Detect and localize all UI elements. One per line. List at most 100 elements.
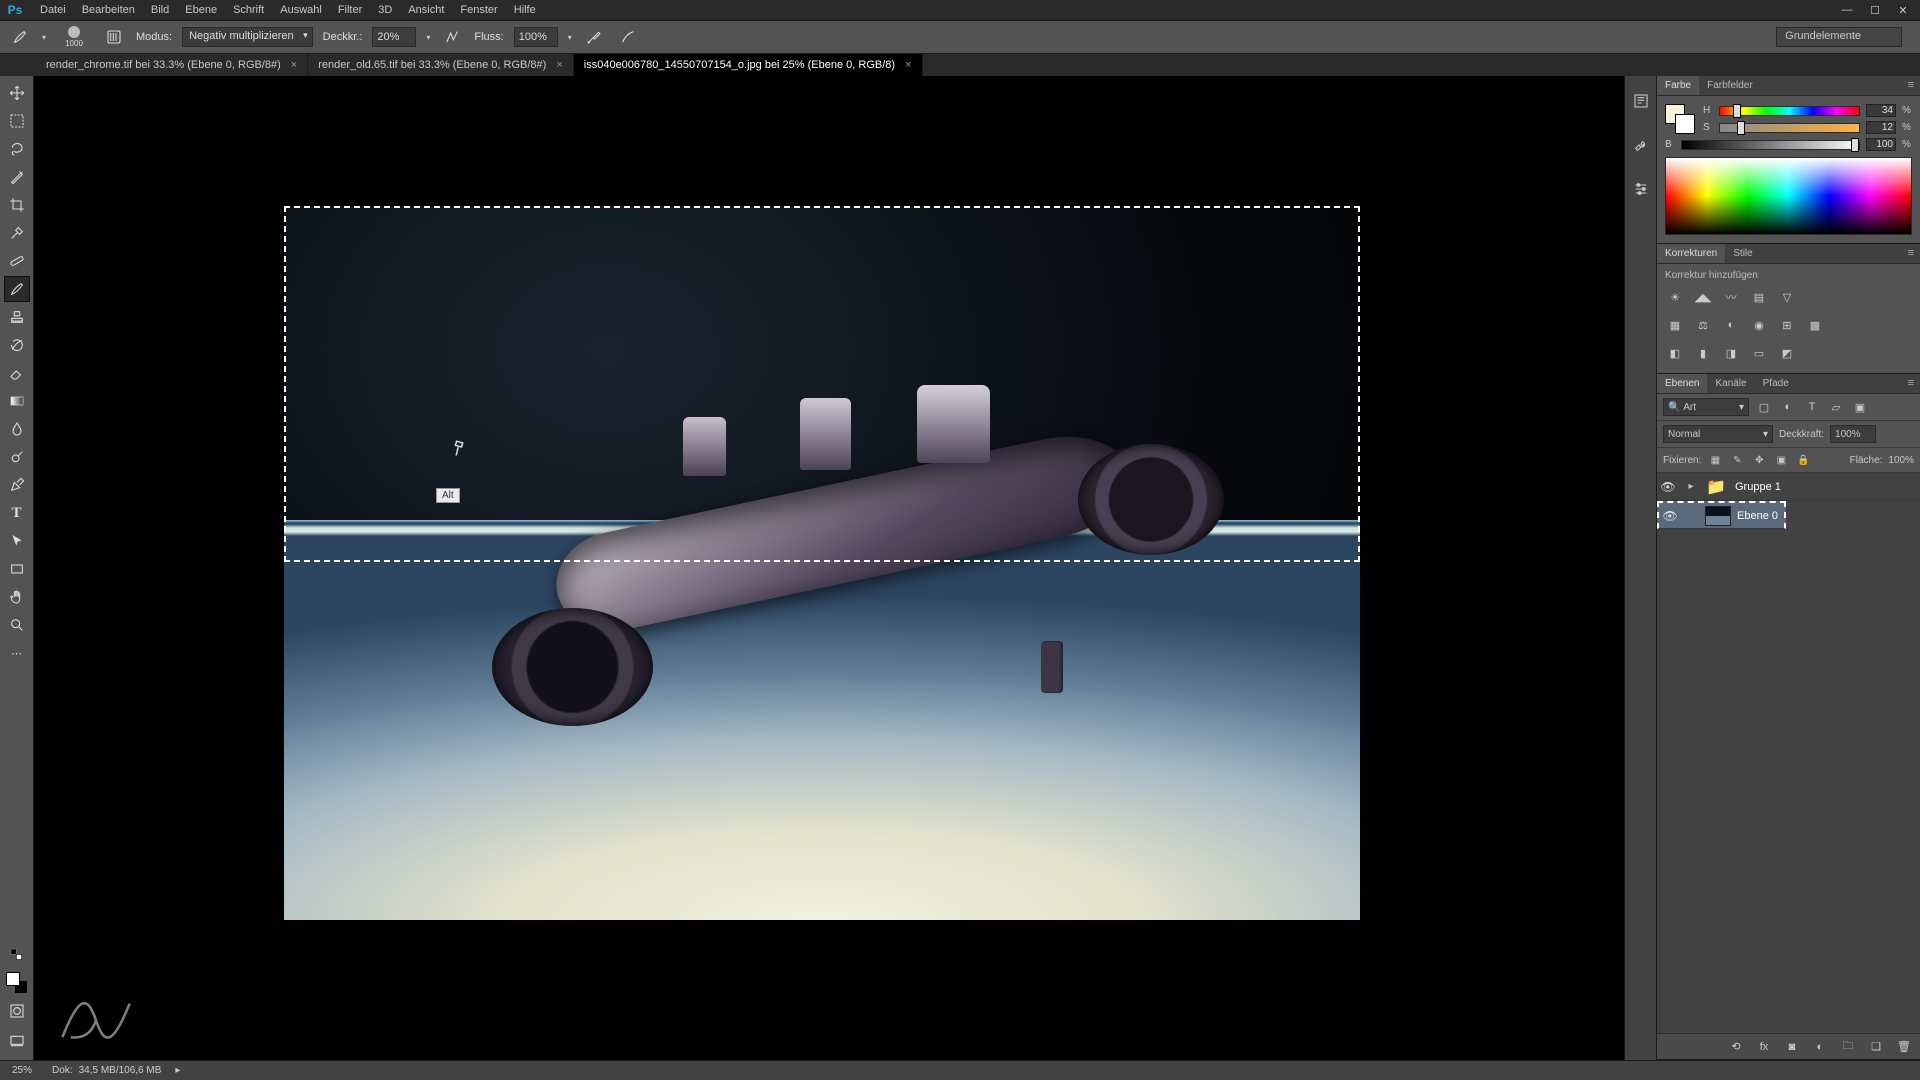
menu-schrift[interactable]: Schrift xyxy=(227,2,270,18)
window-close-button[interactable]: ✕ xyxy=(1892,3,1914,17)
filter-adjust-button[interactable]: ◐ xyxy=(1779,398,1797,416)
doc-tab-2[interactable]: render_old.65.tif bei 33.3% (Ebene 0, RG… xyxy=(308,54,574,76)
visibility-toggle[interactable]: 👁 xyxy=(1657,480,1679,494)
invert-button[interactable]: ◧ xyxy=(1665,343,1685,363)
tab-farbe[interactable]: Farbe xyxy=(1657,76,1699,95)
quick-mask-button[interactable] xyxy=(4,998,30,1024)
dodge-tool[interactable] xyxy=(4,444,30,470)
edit-toolbar-button[interactable]: ⋯ xyxy=(4,640,30,666)
lock-pixels-button[interactable]: ✎ xyxy=(1729,452,1745,468)
chevron-right-icon[interactable]: ▸ xyxy=(175,1065,180,1076)
menu-ansicht[interactable]: Ansicht xyxy=(402,2,450,18)
link-layers-button[interactable]: ⟲ xyxy=(1728,1039,1744,1055)
character-panel-button[interactable] xyxy=(1630,178,1652,200)
sat-slider[interactable] xyxy=(1719,123,1860,133)
active-tool-icon[interactable] xyxy=(8,25,32,49)
color-lookup-button[interactable]: ▩ xyxy=(1805,315,1825,335)
healing-tool[interactable] xyxy=(4,248,30,274)
layer-blend-dropdown[interactable]: Normal xyxy=(1663,425,1773,443)
properties-panel-button[interactable] xyxy=(1630,134,1652,156)
zoom-tool[interactable] xyxy=(4,612,30,638)
history-brush-tool[interactable] xyxy=(4,332,30,358)
window-minimize-button[interactable]: — xyxy=(1836,3,1858,17)
panel-menu-button[interactable]: ≡ xyxy=(1902,76,1920,95)
adjustment-layer-button[interactable]: ◐ xyxy=(1812,1039,1828,1055)
bri-slider[interactable] xyxy=(1681,140,1860,150)
layer-opacity-input[interactable]: 100% xyxy=(1830,425,1876,443)
close-icon[interactable]: × xyxy=(291,59,297,71)
menu-3d[interactable]: 3D xyxy=(372,2,398,18)
panel-menu-button[interactable]: ≡ xyxy=(1902,374,1920,393)
flow-chevron-icon[interactable]: ▾ xyxy=(568,33,572,42)
menu-fenster[interactable]: Fenster xyxy=(454,2,503,18)
expand-toggle[interactable]: ▸ xyxy=(1685,481,1697,492)
path-select-tool[interactable] xyxy=(4,528,30,554)
layer-row[interactable]: 👁 Ebene 0 xyxy=(1657,501,1786,529)
blur-tool[interactable] xyxy=(4,416,30,442)
levels-button[interactable]: ◢◣ xyxy=(1693,287,1713,307)
move-tool[interactable] xyxy=(4,80,30,106)
doc-tab-3[interactable]: iss040e006780_14550707154_o.jpg bei 25% … xyxy=(574,54,923,76)
crop-tool[interactable] xyxy=(4,192,30,218)
photo-filter-button[interactable]: ◉ xyxy=(1749,315,1769,335)
sat-input[interactable]: 12 xyxy=(1866,121,1896,134)
pressure-opacity-button[interactable] xyxy=(440,25,464,49)
filter-pixel-button[interactable]: ▢ xyxy=(1755,398,1773,416)
hand-tool[interactable] xyxy=(4,584,30,610)
doc-tab-1[interactable]: render_chrome.tif bei 33.3% (Ebene 0, RG… xyxy=(36,54,308,76)
layer-fill-input[interactable]: 100% xyxy=(1888,455,1914,466)
tab-ebenen[interactable]: Ebenen xyxy=(1657,374,1707,393)
lasso-tool[interactable] xyxy=(4,136,30,162)
color-swatches[interactable] xyxy=(6,972,28,994)
visibility-toggle[interactable]: 👁 xyxy=(1659,509,1681,523)
layer-filter-dropdown[interactable]: 🔍 Art xyxy=(1663,398,1749,416)
close-icon[interactable]: × xyxy=(556,59,562,71)
gradient-map-button[interactable]: ▭ xyxy=(1749,343,1769,363)
gradient-tool[interactable] xyxy=(4,388,30,414)
flow-input[interactable]: 100% xyxy=(514,27,558,47)
canvas-area[interactable]: Alt xyxy=(34,76,1624,1060)
menu-ebene[interactable]: Ebene xyxy=(179,2,223,18)
pressure-size-button[interactable] xyxy=(616,25,640,49)
new-layer-button[interactable]: ❏ xyxy=(1868,1039,1884,1055)
brush-preset-picker[interactable]: 1000 xyxy=(56,26,92,48)
layer-mask-button[interactable]: ◙ xyxy=(1784,1039,1800,1055)
filter-type-button[interactable]: T xyxy=(1803,398,1821,416)
layer-fx-button[interactable]: fx xyxy=(1756,1039,1772,1055)
color-balance-button[interactable]: ⚖ xyxy=(1693,315,1713,335)
panel-menu-button[interactable]: ≡ xyxy=(1902,244,1920,263)
eraser-tool[interactable] xyxy=(4,360,30,386)
tab-kanaele[interactable]: Kanäle xyxy=(1707,374,1754,393)
layer-group-row[interactable]: 👁 ▸ 📁 Gruppe 1 xyxy=(1657,473,1920,501)
toggle-brush-panel-button[interactable] xyxy=(102,25,126,49)
vibrance-button[interactable]: ▽ xyxy=(1777,287,1797,307)
menu-bild[interactable]: Bild xyxy=(145,2,175,18)
layer-thumbnail[interactable] xyxy=(1705,506,1731,526)
lock-trans-button[interactable]: ▦ xyxy=(1707,452,1723,468)
curves-button[interactable]: 〰 xyxy=(1721,287,1741,307)
posterize-button[interactable]: ▮ xyxy=(1693,343,1713,363)
spectrum-picker[interactable] xyxy=(1665,157,1912,235)
lock-nest-button[interactable]: ▣ xyxy=(1773,452,1789,468)
magic-wand-tool[interactable] xyxy=(4,164,30,190)
stamp-tool[interactable] xyxy=(4,304,30,330)
filter-shape-button[interactable]: ▱ xyxy=(1827,398,1845,416)
tab-farbfelder[interactable]: Farbfelder xyxy=(1699,76,1761,95)
tab-pfade[interactable]: Pfade xyxy=(1755,374,1797,393)
opacity-input[interactable]: 20% xyxy=(372,27,416,47)
workspace-switcher[interactable]: Grundelemente xyxy=(1776,27,1902,47)
type-tool[interactable]: T xyxy=(4,500,30,526)
opacity-chevron-icon[interactable]: ▾ xyxy=(426,33,430,42)
history-panel-button[interactable] xyxy=(1630,90,1652,112)
default-colors-button[interactable] xyxy=(4,942,30,968)
exposure-button[interactable]: ▤ xyxy=(1749,287,1769,307)
tab-korrekturen[interactable]: Korrekturen xyxy=(1657,244,1725,263)
brightness-contrast-button[interactable]: ☀ xyxy=(1665,287,1685,307)
bri-input[interactable]: 100 xyxy=(1866,138,1896,151)
menu-filter[interactable]: Filter xyxy=(332,2,368,18)
eyedropper-tool[interactable] xyxy=(4,220,30,246)
delete-layer-button[interactable]: 🗑 xyxy=(1896,1039,1912,1055)
channel-mixer-button[interactable]: ⊞ xyxy=(1777,315,1797,335)
airbrush-button[interactable] xyxy=(582,25,606,49)
tool-chevron-icon[interactable]: ▾ xyxy=(42,33,46,42)
